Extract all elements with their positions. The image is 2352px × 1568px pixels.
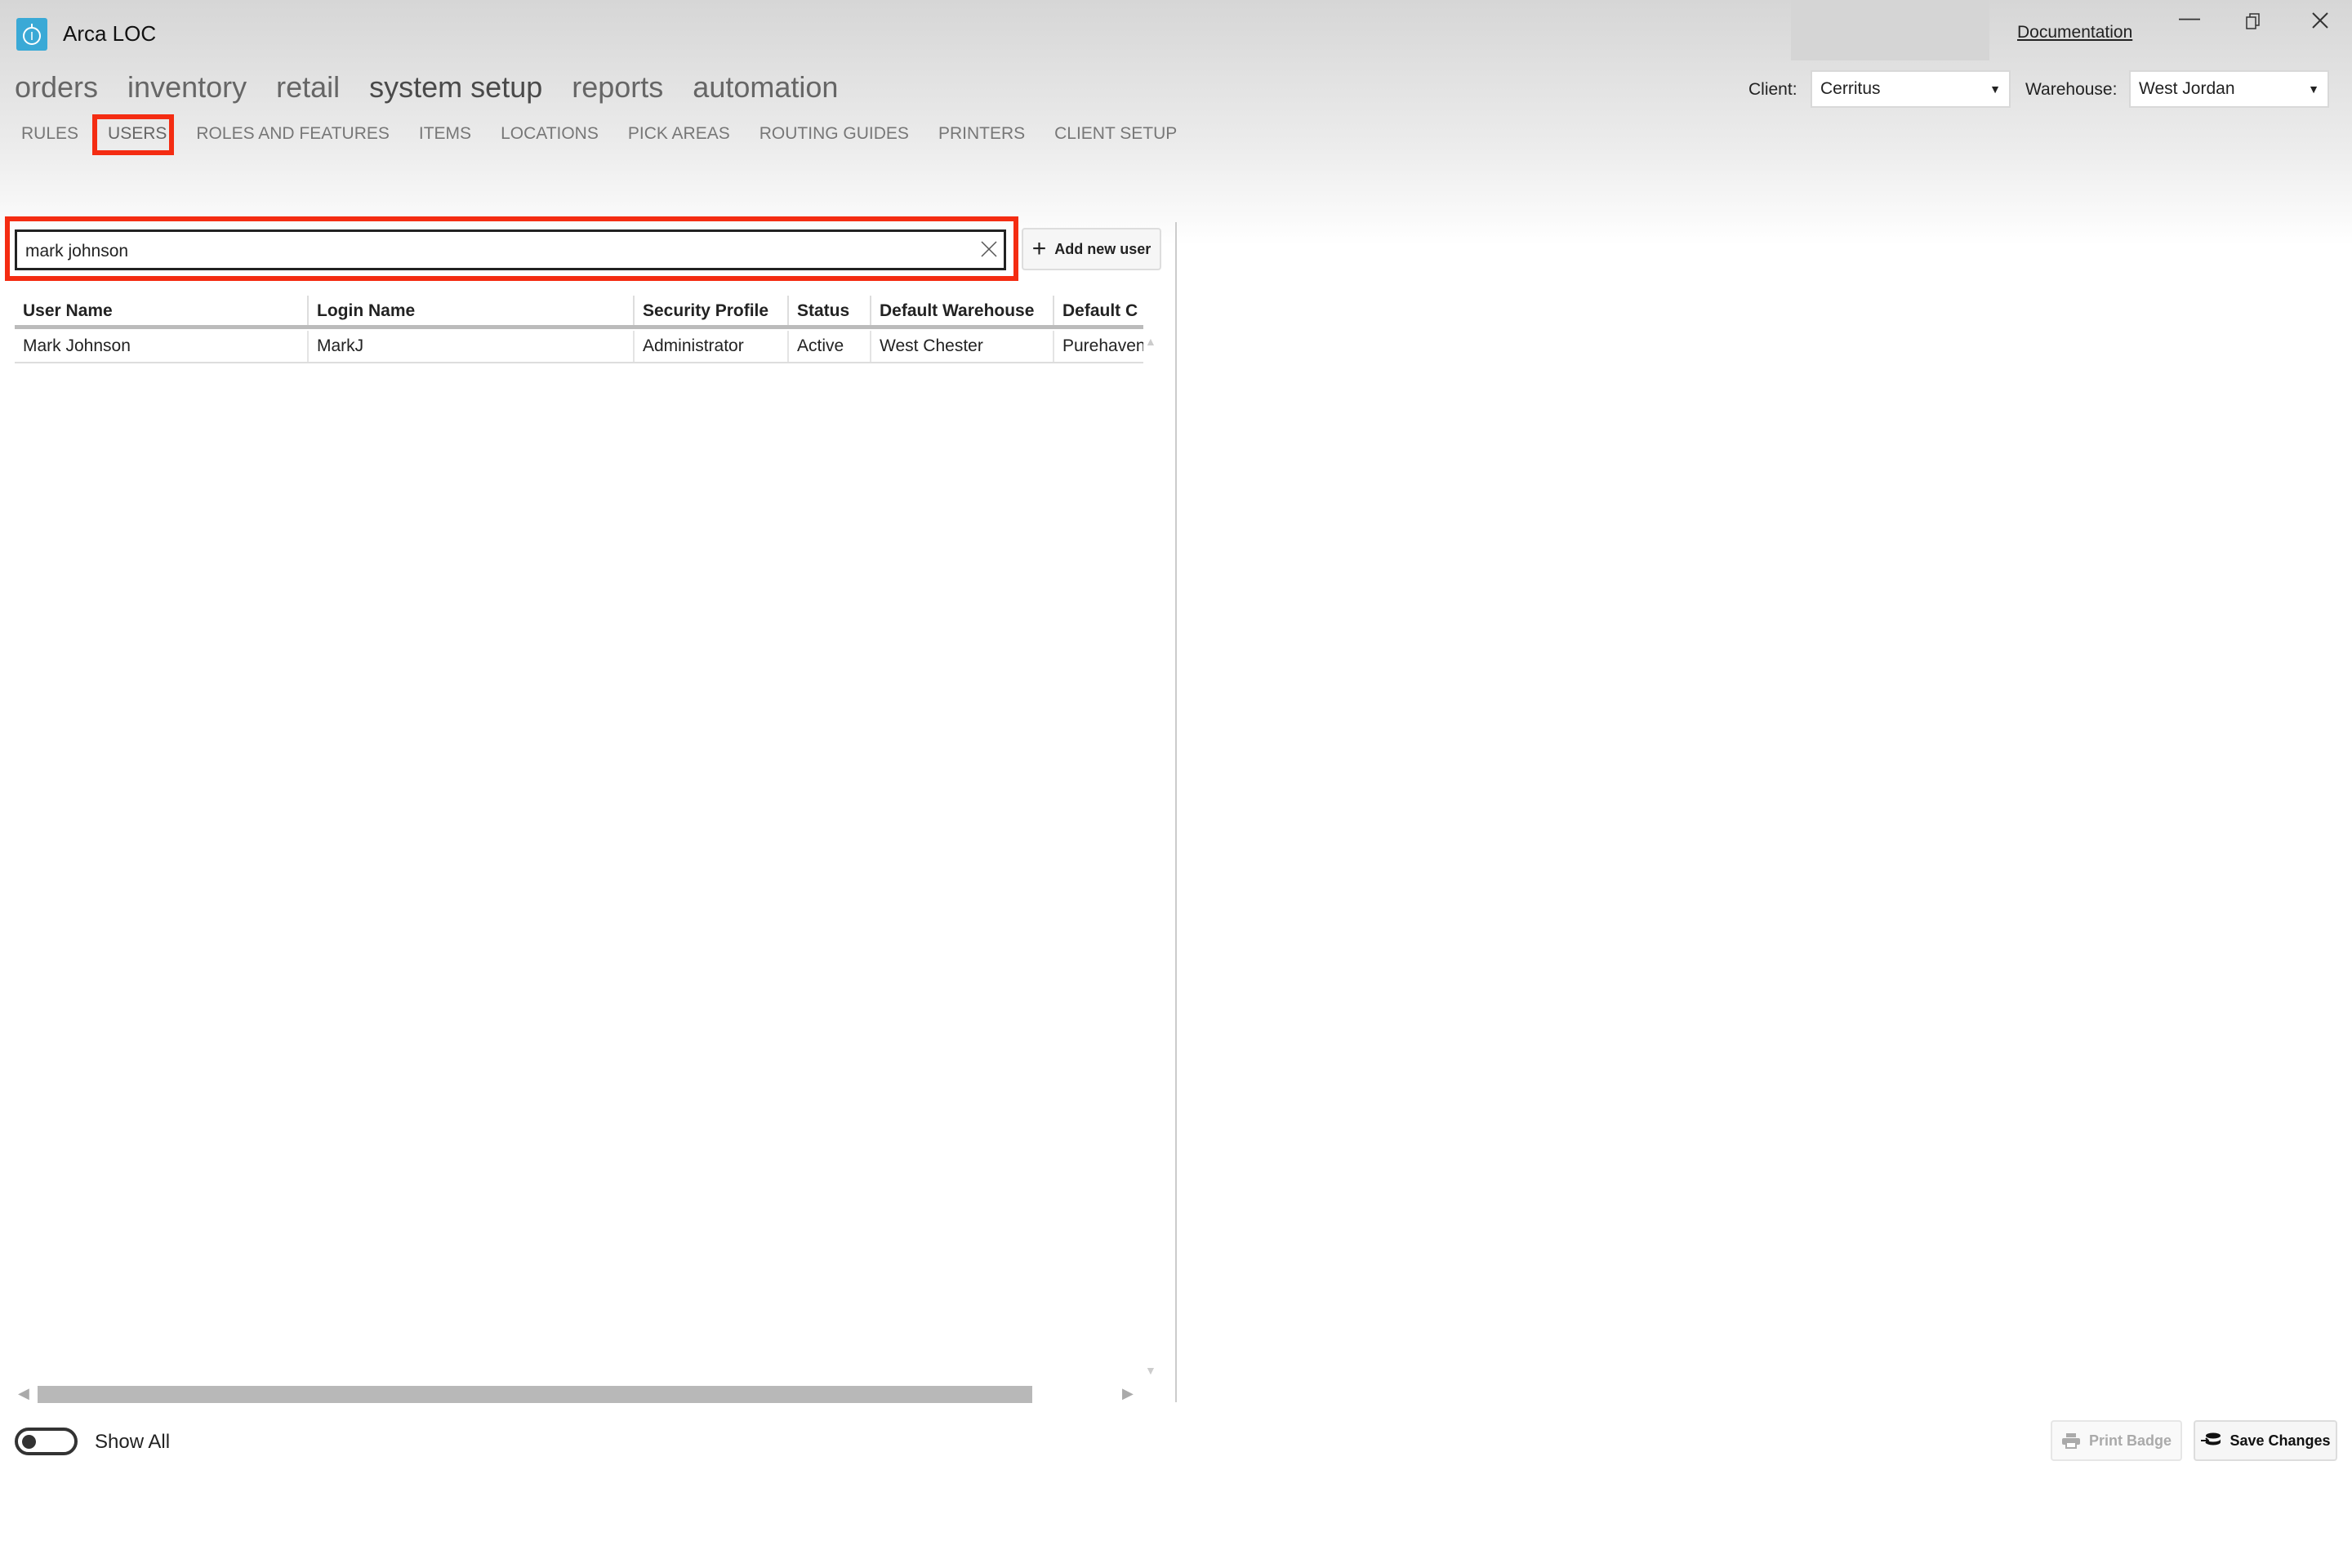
- scroll-up-icon[interactable]: ▲: [1145, 335, 1156, 348]
- nav-reports[interactable]: reports: [572, 70, 663, 105]
- print-badge-button[interactable]: Print Badge: [2051, 1420, 2182, 1461]
- add-new-user-button[interactable]: + Add new user: [1022, 228, 1161, 270]
- tab-routing-guides[interactable]: ROUTING GUIDES: [760, 124, 909, 144]
- column-header[interactable]: Security Profile: [633, 296, 787, 327]
- column-header[interactable]: User Name: [15, 296, 307, 327]
- cell-user-name: Mark Johnson: [23, 336, 131, 355]
- nav-orders[interactable]: orders: [15, 70, 98, 105]
- users-tab-highlight: [92, 114, 174, 155]
- search-input[interactable]: mark johnson: [15, 229, 1006, 270]
- show-all-label: Show All: [95, 1431, 171, 1453]
- cell-status: Active: [787, 331, 870, 362]
- save-changes-label: Save Changes: [2230, 1432, 2331, 1449]
- horizontal-scrollbar-thumb[interactable]: [38, 1386, 1032, 1403]
- header-divider: [15, 325, 1143, 329]
- scroll-right-icon[interactable]: ▶: [1122, 1385, 1134, 1402]
- app-title: Arca LOC: [63, 21, 157, 46]
- scroll-left-icon[interactable]: ◀: [18, 1385, 29, 1402]
- tab-pick-areas[interactable]: PICK AREAS: [628, 124, 730, 144]
- user-info-area: [1791, 0, 1989, 60]
- client-select[interactable]: Cerritus ▼: [1811, 70, 2011, 108]
- client-label: Client:: [1748, 80, 1797, 99]
- printer-icon: [2061, 1433, 2080, 1449]
- cell-login-name: MarkJ: [307, 331, 633, 362]
- print-badge-label: Print Badge: [2088, 1432, 2172, 1449]
- header-background: [0, 0, 2352, 245]
- panel-divider: [1175, 222, 1177, 1402]
- warehouse-label: Warehouse:: [2025, 80, 2118, 99]
- search-value: mark johnson: [25, 242, 129, 261]
- row-divider: [15, 362, 1143, 363]
- restore-icon[interactable]: [2246, 10, 2261, 35]
- database-save-icon: [2201, 1432, 2221, 1446]
- sub-nav: RULES USERS ROLES AND FEATURES ITEMS LOC…: [21, 124, 1206, 144]
- tab-rules[interactable]: RULES: [21, 124, 78, 144]
- scroll-down-icon[interactable]: ▼: [1145, 1364, 1156, 1377]
- column-header[interactable]: Login Name: [307, 296, 633, 327]
- warehouse-value: West Jordan: [2139, 79, 2235, 98]
- nav-inventory[interactable]: inventory: [127, 70, 247, 105]
- show-all-toggle[interactable]: [15, 1428, 78, 1455]
- tab-items[interactable]: ITEMS: [419, 124, 471, 144]
- tab-printers[interactable]: PRINTERS: [938, 124, 1025, 144]
- cell-security-profile: Administrator: [633, 331, 787, 362]
- column-header[interactable]: Status: [787, 296, 870, 327]
- warehouse-select[interactable]: West Jordan ▼: [2129, 70, 2329, 108]
- clear-search-icon[interactable]: [980, 240, 998, 262]
- nav-retail[interactable]: retail: [276, 70, 340, 105]
- chevron-down-icon: ▼: [1989, 82, 2001, 96]
- documentation-link[interactable]: Documentation: [2017, 23, 2132, 42]
- cell-default-client: Purehaven: [1053, 331, 1143, 362]
- column-header[interactable]: Default C: [1053, 296, 1143, 327]
- toggle-knob: [22, 1435, 36, 1449]
- column-header[interactable]: Default Warehouse: [870, 296, 1053, 327]
- plus-icon: +: [1031, 235, 1047, 262]
- main-nav: orders inventory retail system setup rep…: [15, 70, 838, 105]
- client-value: Cerritus: [1820, 79, 1881, 98]
- add-new-user-label: Add new user: [1054, 240, 1152, 257]
- save-changes-button[interactable]: Save Changes: [2194, 1420, 2337, 1461]
- tab-roles-and-features[interactable]: ROLES AND FEATURES: [196, 124, 390, 144]
- minimize-icon[interactable]: —: [2179, 5, 2200, 30]
- nav-system-setup[interactable]: system setup: [369, 70, 542, 105]
- nav-automation[interactable]: automation: [693, 70, 838, 105]
- close-window-icon[interactable]: [2311, 10, 2329, 35]
- tab-locations[interactable]: LOCATIONS: [501, 124, 599, 144]
- chevron-down-icon: ▼: [2308, 82, 2319, 96]
- cell-default-warehouse: West Chester: [870, 331, 1053, 362]
- app-logo-icon: [16, 18, 47, 51]
- tab-client-setup[interactable]: CLIENT SETUP: [1054, 124, 1177, 144]
